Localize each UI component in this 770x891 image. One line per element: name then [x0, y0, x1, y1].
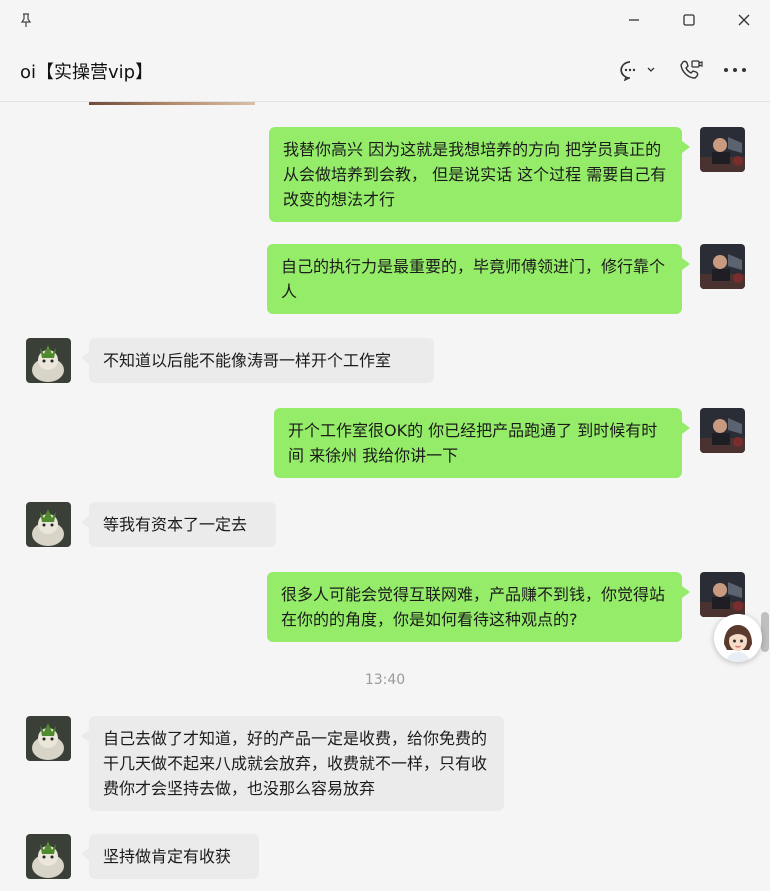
avatar-contact[interactable] [26, 502, 71, 547]
avatar-self[interactable] [700, 572, 745, 617]
chat-header: oi【实操营vip】 [0, 40, 770, 102]
chat-title: oi【实操营vip】 [20, 62, 154, 83]
close-icon[interactable] [730, 6, 758, 34]
message-bubble-incoming[interactable]: 不知道以后能不能像涛哥一样开个工作室 [81, 338, 434, 383]
maximize-icon[interactable] [675, 6, 703, 34]
avatar-contact[interactable] [26, 716, 71, 761]
avatar-self[interactable] [700, 408, 745, 453]
message-bubble-outgoing[interactable]: 我替你高兴 因为这就是我想培养的方向 把学员真正的从会做培养到会教， 但是说实话… [269, 127, 690, 222]
avatar-self[interactable] [700, 127, 745, 172]
message-bubble-outgoing[interactable]: 很多人可能会觉得互联网难，产品赚不到钱，你觉得站在你的的角度，你是如何看待这种观… [267, 572, 690, 642]
minimize-icon[interactable] [620, 6, 648, 34]
message-bubble-incoming[interactable]: 等我有资本了一定去 [81, 502, 276, 547]
message-bubble-outgoing[interactable]: 开个工作室很OK的 你已经把产品跑通了 到时候有时间 来徐州 我给你讲一下 [274, 408, 690, 478]
window-titlebar [0, 0, 770, 40]
message-bubble-outgoing[interactable]: 自己的执行力是最重要的，毕竟师傅领进门，修行靠个人 [267, 244, 690, 314]
message-timestamp: 13:40 [364, 672, 406, 688]
phone-video-icon[interactable] [677, 56, 705, 84]
assistant-avatar-icon[interactable] [714, 614, 762, 662]
more-icon[interactable] [721, 56, 749, 84]
pin-icon[interactable] [12, 6, 40, 34]
message-bubble-incoming[interactable]: 坚持做肯定有收获 [81, 834, 259, 879]
message-list[interactable]: 我替你高兴 因为这就是我想培养的方向 把学员真正的从会做培养到会教， 但是说实话… [0, 102, 770, 891]
avatar-self[interactable] [700, 244, 745, 289]
scrollbar-thumb[interactable] [761, 612, 769, 652]
image-message-fragment[interactable] [89, 102, 255, 105]
chat-bubble-icon[interactable] [614, 56, 660, 84]
avatar-contact[interactable] [26, 834, 71, 879]
message-bubble-incoming[interactable]: 自己去做了才知道，好的产品一定是收费，给你免费的干几天做不起来八成就会放弃，收费… [81, 716, 504, 811]
avatar-contact[interactable] [26, 338, 71, 383]
